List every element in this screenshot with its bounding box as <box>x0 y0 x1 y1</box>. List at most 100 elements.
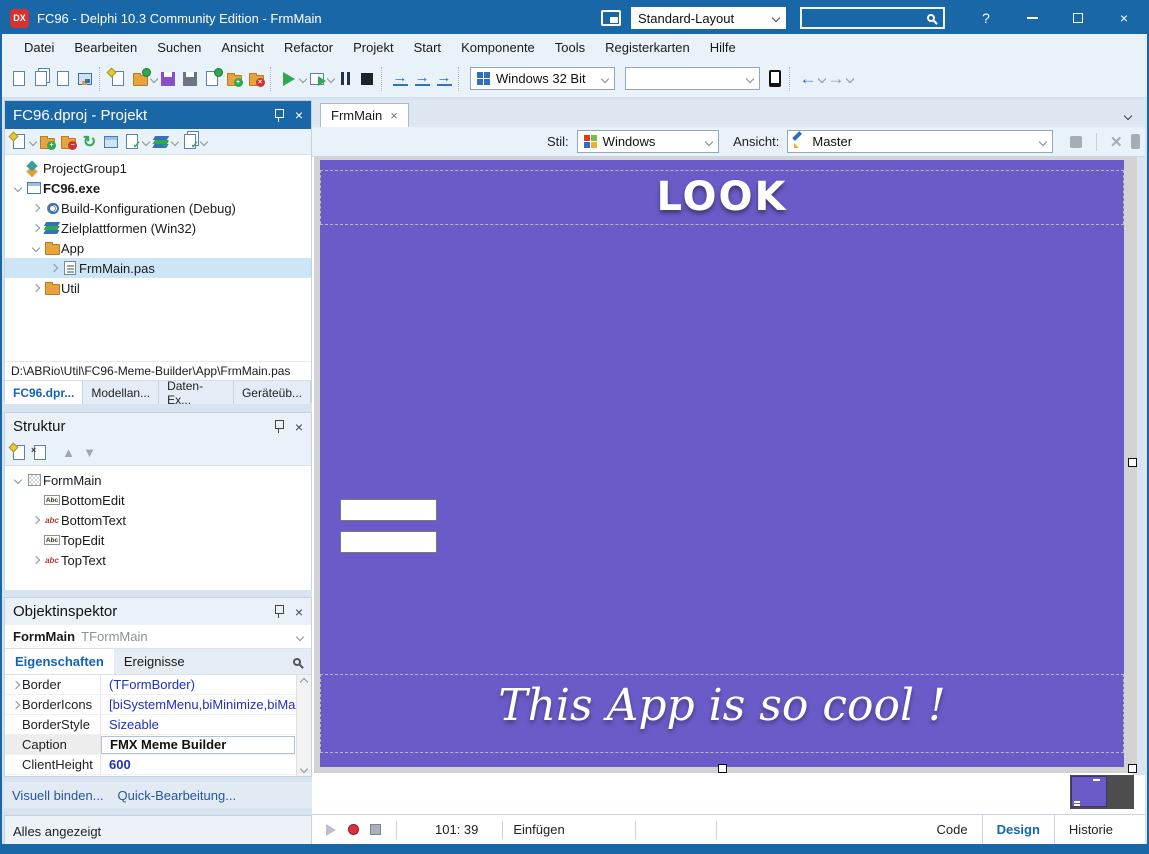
open-in-window-button[interactable] <box>52 68 74 90</box>
close-icon[interactable]: × <box>295 605 303 619</box>
project-refresh-button[interactable]: ↻ <box>80 132 99 151</box>
tab-data-explorer[interactable]: Daten-Ex... <box>159 381 234 404</box>
chevron-collapsed-icon[interactable] <box>11 700 19 708</box>
save-project-button[interactable] <box>201 68 223 90</box>
scroll-up-icon[interactable] <box>300 678 308 686</box>
target-device-select[interactable] <box>625 67 760 90</box>
macro-play-button[interactable] <box>320 819 342 841</box>
maximize-button[interactable] <box>1055 2 1101 34</box>
property-row[interactable]: ClientHeight 600 <box>5 755 311 775</box>
structure-new-button[interactable] <box>9 443 28 462</box>
bottom-text-component[interactable]: This App is so cool ! <box>320 680 1124 731</box>
chevron-collapsed-icon[interactable] <box>32 516 40 524</box>
property-value[interactable]: (TFormBorder) <box>101 677 296 692</box>
property-value[interactable]: Sizeable <box>101 717 296 732</box>
tab-list-chevron-icon[interactable] <box>1124 112 1132 120</box>
visual-bind-link[interactable]: Visuell binden... <box>12 788 104 803</box>
macro-stop-button[interactable] <box>364 819 386 841</box>
snapshot-button[interactable] <box>1067 132 1086 152</box>
inspector-search[interactable] <box>293 649 311 674</box>
property-value[interactable]: 600 <box>101 757 296 772</box>
navigate-back-button[interactable]: ← <box>797 68 819 90</box>
minimize-button[interactable] <box>1009 2 1055 34</box>
menu-registerkarten[interactable]: Registerkarten <box>595 34 700 60</box>
quick-edit-link[interactable]: Quick-Bearbeitung... <box>118 788 237 803</box>
inspector-object-select[interactable]: FormMain TFormMain <box>5 625 311 649</box>
property-grid-scrollbar[interactable] <box>296 675 311 776</box>
tab-devices[interactable]: Geräteüb... <box>234 381 311 404</box>
resize-handle-corner[interactable] <box>1128 764 1137 773</box>
tab-historie[interactable]: Historie <box>1055 815 1127 844</box>
project-options-button[interactable]: ✓ <box>180 132 199 151</box>
property-value-input[interactable]: FMX Meme Builder <box>101 736 295 754</box>
tree-item-projectgroup[interactable]: ProjectGroup1 <box>5 158 311 178</box>
save-all-button[interactable] <box>179 68 201 90</box>
step-into-button[interactable]: → <box>411 68 433 90</box>
project-build-config-button[interactable]: ✓ <box>122 132 141 151</box>
menu-bearbeiten[interactable]: Bearbeiten <box>64 34 147 60</box>
tab-design[interactable]: Design <box>982 815 1055 844</box>
close-icon[interactable]: × <box>295 108 303 122</box>
editor-tab-frmmain[interactable]: FrmMain × <box>320 103 409 127</box>
chevron-collapsed-icon[interactable] <box>32 204 40 212</box>
move-up-button[interactable]: ▲ <box>59 443 78 462</box>
chevron-down-icon[interactable] <box>29 137 37 145</box>
chevron-collapsed-icon[interactable] <box>32 284 40 292</box>
tree-item-platforms[interactable]: Zielplattformen (Win32) <box>5 218 311 238</box>
add-to-project-button[interactable]: + <box>223 68 245 90</box>
tree-item-bottomtext[interactable]: abc BottomText <box>5 510 311 530</box>
platform-select[interactable]: Windows 32 Bit <box>470 67 615 90</box>
tools-disabled-button[interactable]: ✕ <box>1107 132 1126 152</box>
pin-icon[interactable] <box>274 605 283 618</box>
desktop-layout-icon[interactable] <box>601 10 621 26</box>
navigate-forward-button[interactable]: → <box>825 68 847 90</box>
menu-start[interactable]: Start <box>404 34 451 60</box>
stop-button[interactable] <box>356 68 378 90</box>
close-icon[interactable]: × <box>295 420 303 434</box>
pin-icon[interactable] <box>274 109 283 122</box>
component-palette-button[interactable] <box>74 68 96 90</box>
new-file-button[interactable] <box>8 68 30 90</box>
menu-ansicht[interactable]: Ansicht <box>211 34 274 60</box>
tree-item-toptext[interactable]: abc TopText <box>5 550 311 570</box>
chevron-expanded-icon[interactable] <box>32 244 40 252</box>
tree-item-frmmain[interactable]: FrmMain.pas <box>5 258 311 278</box>
tree-item-app-folder[interactable]: App <box>5 238 311 258</box>
resize-handle-right[interactable] <box>1128 458 1137 467</box>
designed-form[interactable]: LOOK This App is so cool ! <box>320 160 1124 767</box>
chevron-collapsed-icon[interactable] <box>50 264 58 272</box>
run-without-debugging-button[interactable] <box>306 68 328 90</box>
pin-icon[interactable] <box>274 420 283 433</box>
close-button[interactable]: × <box>1101 2 1147 34</box>
project-platforms-button[interactable]: ✓ <box>151 132 170 151</box>
property-row[interactable]: BorderStyle Sizeable <box>5 715 311 735</box>
device-preview-button[interactable] <box>1126 132 1145 152</box>
new-window-button[interactable] <box>30 68 52 90</box>
chevron-collapsed-icon[interactable] <box>11 680 19 688</box>
view-select[interactable]: Master <box>787 130 1052 153</box>
menu-datei[interactable]: Datei <box>14 34 64 60</box>
project-new-item-button[interactable] <box>9 132 28 151</box>
chevron-expanded-icon[interactable] <box>14 184 22 192</box>
move-down-button[interactable]: ▼ <box>80 443 99 462</box>
save-button[interactable] <box>157 68 179 90</box>
tree-item-exe[interactable]: FC96.exe <box>5 178 311 198</box>
tab-code[interactable]: Code <box>923 815 982 844</box>
open-project-button[interactable] <box>129 68 151 90</box>
property-row-caption[interactable]: Caption FMX Meme Builder <box>5 735 311 755</box>
resize-handle-bottom[interactable] <box>718 764 727 773</box>
help-button[interactable]: ? <box>963 2 1009 34</box>
chevron-down-icon[interactable] <box>171 137 179 145</box>
property-value[interactable]: [biSystemMenu,biMinimize,biMax <box>101 697 296 712</box>
property-row[interactable]: BorderIcons [biSystemMenu,biMinimize,biM… <box>5 695 311 715</box>
tree-item-formmain[interactable]: FormMain <box>5 470 311 490</box>
bottom-edit-field[interactable] <box>340 531 437 553</box>
chevron-expanded-icon[interactable] <box>14 476 22 484</box>
tab-model[interactable]: Modellan... <box>83 381 159 404</box>
chevron-collapsed-icon[interactable] <box>32 224 40 232</box>
top-text-component[interactable]: LOOK <box>320 174 1124 220</box>
tree-item-build-config[interactable]: Build-Konfigurationen (Debug) <box>5 198 311 218</box>
tree-item-topedit[interactable]: Abc TopEdit <box>5 530 311 550</box>
structure-delete-button[interactable]: × <box>30 443 49 462</box>
tree-item-util-folder[interactable]: Util <box>5 278 311 298</box>
